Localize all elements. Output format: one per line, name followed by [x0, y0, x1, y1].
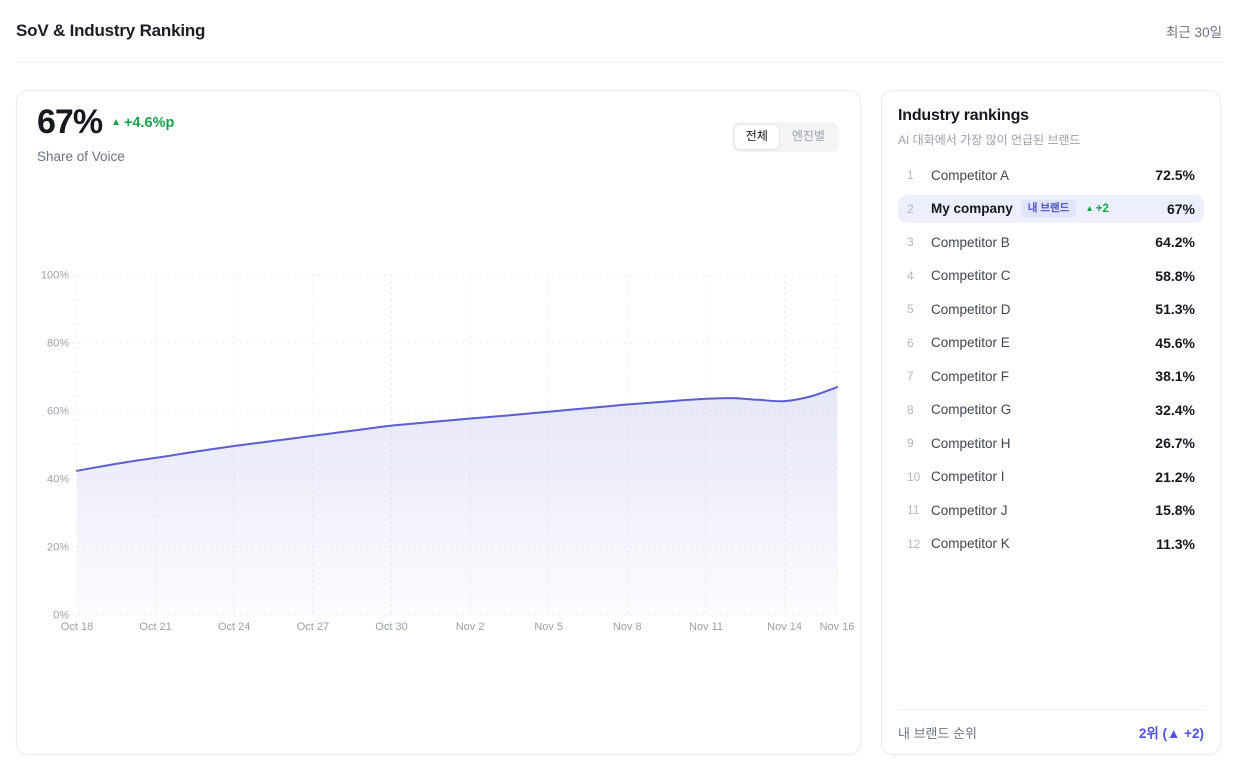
svg-text:Oct 21: Oct 21 [139, 621, 171, 633]
svg-text:60%: 60% [47, 406, 69, 418]
brand-score: 51.3% [1155, 301, 1195, 317]
brand-name: Competitor A [931, 168, 1009, 183]
svg-text:40%: 40% [47, 474, 69, 486]
triangle-up-icon: ▲ [111, 118, 121, 128]
rank-change-text: +2 [1096, 203, 1109, 215]
ranking-row: 5 Competitor D 51.3% [898, 295, 1204, 323]
svg-text:Nov 16: Nov 16 [820, 621, 855, 633]
rank-number: 5 [907, 302, 929, 316]
brand-name: Competitor H [931, 436, 1011, 451]
svg-text:100%: 100% [41, 270, 69, 282]
brand-name: Competitor J [931, 503, 1008, 518]
brand-name: Competitor G [931, 402, 1011, 417]
ranking-row: 6 Competitor E 45.6% [898, 329, 1204, 357]
ranking-row: 3 Competitor B 64.2% [898, 228, 1204, 256]
rank-number: 1 [907, 168, 929, 182]
rankings-footer: 내 브랜드 순위 2위 (▲ +2) [898, 709, 1204, 754]
brand-name: Competitor K [931, 536, 1010, 551]
rank-number: 11 [907, 503, 929, 517]
svg-text:Nov 8: Nov 8 [613, 621, 642, 633]
brand-score: 64.2% [1155, 234, 1195, 250]
brand-name: Competitor E [931, 335, 1010, 350]
brand-name: Competitor B [931, 235, 1010, 250]
rank-number: 4 [907, 269, 929, 283]
rank-number: 12 [907, 537, 929, 551]
rank-number: 8 [907, 403, 929, 417]
svg-text:20%: 20% [47, 542, 69, 554]
rank-number: 3 [907, 235, 929, 249]
ranking-row: 4 Competitor C 58.8% [898, 262, 1204, 290]
rankings-card: Industry rankings AI 대화에서 가장 많이 언급된 브랜드 … [881, 90, 1221, 755]
brand-name: My company [931, 201, 1013, 216]
svg-text:80%: 80% [47, 338, 69, 350]
ranking-row: 8 Competitor G 32.4% [898, 396, 1204, 424]
brand-score: 32.4% [1155, 402, 1195, 418]
brand-name: Competitor C [931, 268, 1011, 283]
brand-score: 67% [1167, 201, 1195, 217]
rank-number: 9 [907, 436, 929, 450]
rank-number: 6 [907, 336, 929, 350]
my-rank-value: 2위 (▲ +2) [1139, 722, 1204, 742]
triangle-up-icon: ▲ [1085, 204, 1093, 213]
sov-change: ▲ +4.6%p [111, 115, 174, 131]
page-title: SoV & Industry Ranking [16, 21, 205, 41]
my-brand-badge: 내 브랜드 [1021, 200, 1077, 217]
svg-text:Nov 2: Nov 2 [456, 621, 485, 633]
brand-score: 21.2% [1155, 469, 1195, 485]
ranking-row: 10 Competitor I 21.2% [898, 463, 1204, 491]
ranking-row: 2 My company 내 브랜드 ▲ +2 67% [898, 195, 1204, 223]
sov-change-text: +4.6%p [124, 115, 174, 131]
toggle-option-engine[interactable]: 엔진별 [780, 124, 837, 150]
svg-text:Oct 24: Oct 24 [218, 621, 250, 633]
ranking-row: 1 Competitor A 72.5% [898, 161, 1204, 189]
my-rank-label: 내 브랜드 순위 [898, 723, 977, 742]
rank-number: 2 [907, 202, 929, 216]
view-toggle: 전체 엔진별 [732, 122, 839, 152]
sov-summary: 67% ▲ +4.6%p [37, 103, 174, 142]
ranking-row: 7 Competitor F 38.1% [898, 362, 1204, 390]
sov-chart: 0% 20% 40% 60% 80% 100% Oct 18 Oct 21 Oct 24 Oct … [31, 266, 846, 636]
brand-score: 45.6% [1155, 335, 1195, 351]
svg-text:Nov 14: Nov 14 [767, 621, 802, 633]
brand-score: 38.1% [1155, 368, 1195, 384]
sov-label: Share of Voice [37, 149, 125, 164]
brand-score: 72.5% [1155, 167, 1195, 183]
svg-text:Nov 11: Nov 11 [689, 621, 723, 633]
ranking-row: 11 Competitor J 15.8% [898, 496, 1204, 524]
brand-name: Competitor F [931, 369, 1009, 384]
rank-change: ▲ +2 [1085, 203, 1109, 215]
rankings-list: 1 Competitor A 72.5% 2 My company 내 브랜드 … [898, 161, 1204, 558]
dashboard: SoV & Industry Ranking 최근 30일 67% ▲ +4.6… [0, 0, 1238, 770]
ranking-row: 9 Competitor H 26.7% [898, 429, 1204, 457]
svg-text:Nov 5: Nov 5 [534, 621, 563, 633]
brand-name: Competitor D [931, 302, 1011, 317]
svg-text:0%: 0% [53, 610, 69, 622]
brand-name: Competitor I [931, 469, 1005, 484]
rankings-subtitle: AI 대화에서 가장 많이 언급된 브랜드 [898, 131, 1204, 148]
brand-score: 11.3% [1156, 536, 1195, 552]
toggle-option-all[interactable]: 전체 [734, 124, 780, 150]
sov-card: 67% ▲ +4.6%p Share of Voice 전체 엔진별 0% 20%… [16, 90, 861, 755]
brand-score: 58.8% [1155, 268, 1195, 284]
brand-score: 15.8% [1155, 502, 1195, 518]
rank-number: 10 [907, 470, 929, 484]
svg-text:Oct 30: Oct 30 [375, 621, 407, 633]
svg-text:Oct 18: Oct 18 [61, 621, 93, 633]
brand-score: 26.7% [1155, 435, 1195, 451]
rank-number: 7 [907, 369, 929, 383]
svg-text:Oct 27: Oct 27 [297, 621, 329, 633]
page-header: SoV & Industry Ranking 최근 30일 [16, 0, 1222, 63]
sov-value: 67% [37, 103, 102, 142]
period-label: 최근 30일 [1166, 21, 1222, 41]
rankings-title: Industry rankings [898, 107, 1204, 125]
ranking-row: 12 Competitor K 11.3% [898, 530, 1204, 558]
